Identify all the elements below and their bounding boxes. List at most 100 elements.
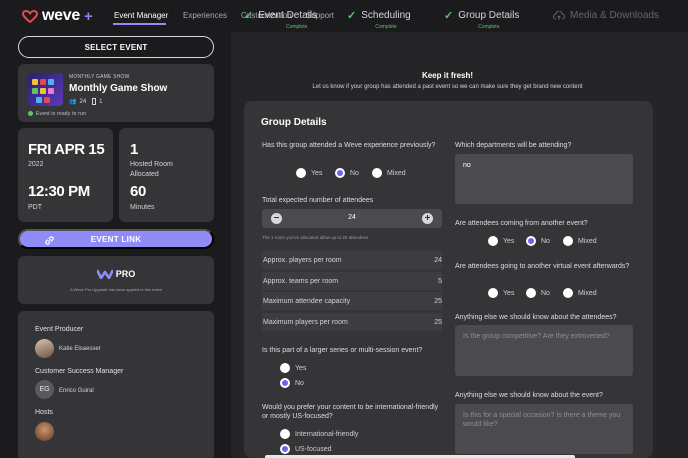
rooms-label-1: Hosted Room <box>130 161 173 168</box>
step-label: Scheduling <box>361 10 411 21</box>
duration-unit: Minutes <box>130 204 155 211</box>
step-event-details[interactable]: ✓ Event Details Complete <box>244 10 317 30</box>
nav-event-manager[interactable]: Event Manager <box>114 11 168 20</box>
csm-name: Enrico Guiral <box>59 388 94 394</box>
departments-question: Which departments will be attending? <box>455 142 572 149</box>
stat-value: 25 <box>434 318 442 326</box>
logo-text: weve <box>42 7 80 24</box>
intro-title: Keep it fresh! <box>421 71 474 80</box>
another-event-no-radio[interactable] <box>526 236 536 246</box>
attended-mixed-label: Mixed <box>387 170 406 177</box>
step-scheduling[interactable]: ✓ Scheduling Complete <box>347 10 411 30</box>
step-status: Complete <box>375 24 397 30</box>
producer-avatar <box>35 339 54 358</box>
intl-friendly-radio[interactable] <box>280 429 290 439</box>
series-question: Is this part of a larger series or multi… <box>262 347 423 354</box>
pro-badge: PRO <box>18 269 214 279</box>
attended-no-label: No <box>350 170 359 177</box>
pro-label: PRO <box>115 269 136 279</box>
attended-no-radio[interactable] <box>335 168 345 178</box>
know-event-input[interactable]: Is this for a special occasion? Is there… <box>455 404 633 454</box>
people-card: Event Producer Katie Elsaesser Customer … <box>18 311 214 458</box>
event-year: 2022 <box>28 161 44 168</box>
stat-value: 24 <box>434 256 442 264</box>
csm-heading: Customer Success Manager <box>35 368 124 375</box>
event-thumbnail <box>28 73 63 106</box>
another-event-mixed-radio[interactable] <box>563 236 573 246</box>
event-day: FRI APR 15 <box>28 141 105 158</box>
attended-question: Has this group attended a Weve experienc… <box>262 142 436 149</box>
rooms-label-2: Allocated <box>130 171 159 178</box>
event-title: Monthly Game Show <box>69 83 168 94</box>
step-label: Event Details <box>258 10 318 21</box>
virtual-after-no-radio[interactable] <box>526 288 536 298</box>
event-summary-card[interactable]: MONTHLY GAME SHOW Monthly Game Show 👥 24… <box>18 64 214 122</box>
virtual-after-mixed-radio[interactable] <box>563 288 573 298</box>
step-group-details[interactable]: ✓ Group Details Complete <box>444 10 519 30</box>
plus-icon[interactable]: + <box>422 213 433 224</box>
logo-plus: + <box>83 7 93 25</box>
stat-label: Approx. teams per room <box>263 277 339 285</box>
step-status: Complete <box>478 24 500 30</box>
attended-yes-radio[interactable] <box>296 168 306 178</box>
another-event-yes-label: Yes <box>503 238 515 245</box>
cloud-upload-icon <box>553 11 565 20</box>
intl-question: Would you prefer your content to be inte… <box>262 404 439 420</box>
us-focused-label: US-focused <box>295 446 332 453</box>
step-media-downloads[interactable]: Media & Downloads <box>553 10 659 22</box>
stat-row: Maximum players per room 25 <box>262 313 442 331</box>
pro-note: A Weve Pro Upgrade has been applied to t… <box>70 287 162 292</box>
heart-icon <box>22 9 38 23</box>
pro-card: PRO A Weve Pro Upgrade has been applied … <box>18 256 214 304</box>
stat-row: Approx. teams per room 5 <box>262 272 442 290</box>
attendees-note: The 1 room you've allocated allow up to … <box>262 235 369 240</box>
event-meta: 👥 24 1 <box>69 98 103 105</box>
virtual-after-yes-radio[interactable] <box>488 288 498 298</box>
csm-avatar: EG <box>35 380 54 399</box>
duration-value: 60 <box>130 183 146 200</box>
us-focused-radio[interactable] <box>280 444 290 454</box>
event-time: 12:30 PM <box>28 183 90 200</box>
stat-value: 5 <box>438 277 442 285</box>
series-yes-radio[interactable] <box>280 363 290 373</box>
date-card: FRI APR 15 2022 12:30 PM PDT <box>18 128 113 222</box>
hosts-heading: Hosts <box>35 409 53 416</box>
check-icon: ✓ <box>444 10 454 22</box>
attended-yes-label: Yes <box>311 170 323 177</box>
event-category: MONTHLY GAME SHOW <box>69 74 130 80</box>
room-icon <box>92 98 97 105</box>
check-icon: ✓ <box>347 10 357 22</box>
weve-logo[interactable]: weve + <box>22 7 93 25</box>
form-title: Group Details <box>261 117 327 128</box>
step-label: Media & Downloads <box>570 10 659 21</box>
stat-label: Maximum players per room <box>263 318 348 326</box>
status-dot-icon <box>28 111 33 116</box>
event-link-label: EVENT LINK <box>90 234 142 244</box>
attendees-stepper[interactable]: – 24 + <box>262 209 442 228</box>
another-event-yes-radio[interactable] <box>488 236 498 246</box>
check-icon: ✓ <box>244 10 254 22</box>
host-avatar <box>35 422 54 441</box>
select-event-button[interactable]: SELECT EVENT <box>18 36 214 58</box>
attendees-question: Total expected number of attendees <box>262 197 374 204</box>
series-no-radio[interactable] <box>280 378 290 388</box>
know-event-question: Anything else we should know about the e… <box>455 392 603 399</box>
virtual-after-question: Are attendees going to another virtual e… <box>455 263 630 270</box>
event-status: Event is ready to run <box>36 111 87 117</box>
event-link-button[interactable]: EVENT LINK <box>18 229 214 249</box>
people-icon: 👥 <box>69 99 77 105</box>
departments-input[interactable]: no <box>455 154 633 204</box>
producer-name: Katie Elsaesser <box>59 346 101 352</box>
know-attendees-input[interactable]: Is the group competitive? Are they extro… <box>455 325 633 376</box>
stat-label: Maximum attendee capacity <box>263 297 351 305</box>
stat-row: Approx. players per room 24 <box>262 251 442 269</box>
another-event-no-label: No <box>541 238 550 245</box>
room-count: 1 <box>99 98 103 105</box>
stat-value: 25 <box>434 297 442 305</box>
virtual-after-no-label: No <box>541 290 550 297</box>
weve-w-icon <box>96 269 113 279</box>
attendee-count: 24 <box>79 98 87 105</box>
attended-mixed-radio[interactable] <box>372 168 382 178</box>
nav-experiences[interactable]: Experiences <box>183 11 227 20</box>
event-timezone: PDT <box>28 204 42 211</box>
